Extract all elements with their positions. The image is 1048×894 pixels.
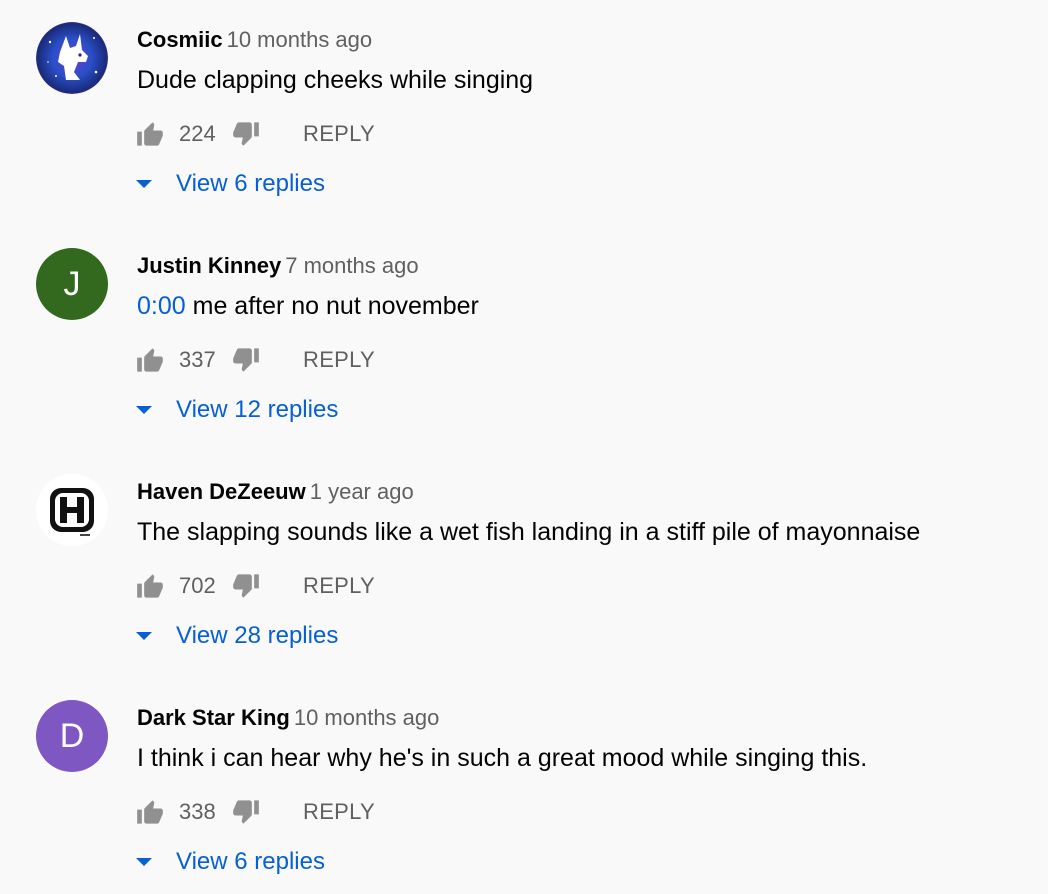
view-replies-label: View 28 replies <box>176 622 339 649</box>
comment-header: Cosmiic 10 months ago <box>137 26 372 54</box>
like-count: 338 <box>179 799 216 824</box>
like-button[interactable] <box>135 571 165 601</box>
thumb-up-icon <box>137 122 163 146</box>
comment-thread: D Dark Star King 10 months ago I think i … <box>0 678 1048 878</box>
caret-down-icon <box>136 180 152 188</box>
thumb-up-icon <box>137 574 163 598</box>
like-count: 224 <box>179 121 216 146</box>
thumb-down-icon <box>233 122 259 146</box>
thumb-down-icon <box>233 348 259 372</box>
thumb-up-icon <box>137 800 163 824</box>
thumb-up-icon <box>137 348 163 372</box>
comment-time[interactable]: 1 year ago <box>310 479 414 504</box>
author-name[interactable]: Dark Star King <box>137 705 290 730</box>
avatar[interactable]: D <box>36 700 108 772</box>
dislike-button[interactable] <box>231 571 261 601</box>
avatar[interactable] <box>36 474 108 546</box>
like-button[interactable] <box>135 345 165 375</box>
dislike-button[interactable] <box>231 345 261 375</box>
comment-thread: Cosmiic 10 months ago Dude clapping cheek… <box>0 0 1048 200</box>
author-name[interactable]: Justin Kinney <box>137 253 281 278</box>
dislike-button[interactable] <box>231 797 261 827</box>
comment-body: The slapping sounds like a wet fish land… <box>137 518 921 546</box>
thumb-down-icon <box>233 800 259 824</box>
reply-button[interactable]: REPLY <box>303 573 375 599</box>
view-replies-label: View 12 replies <box>176 396 339 423</box>
caret-down-icon <box>136 858 152 866</box>
author-name[interactable]: Haven DeZeeuw <box>137 479 306 504</box>
avatar-letter: J <box>63 264 81 303</box>
view-replies-button[interactable]: View 6 replies <box>136 168 325 200</box>
avatar[interactable] <box>36 22 108 94</box>
comment-body: Dude clapping cheeks while singing <box>137 66 534 94</box>
comment-header: Haven DeZeeuw 1 year ago <box>137 478 414 506</box>
avatar[interactable]: J <box>36 248 108 320</box>
comment-body: I think i can hear why he's in such a gr… <box>137 744 868 772</box>
like-count: 702 <box>179 573 216 598</box>
comment-text: Dude clapping cheeks while singing <box>137 64 533 96</box>
reply-button[interactable]: REPLY <box>303 347 375 373</box>
like-button[interactable] <box>135 797 165 827</box>
reply-button[interactable]: REPLY <box>303 799 375 825</box>
action-bar: 338 REPLY <box>135 796 375 828</box>
comment-time[interactable]: 10 months ago <box>227 27 373 52</box>
reply-button[interactable]: REPLY <box>303 121 375 147</box>
view-replies-button[interactable]: View 6 replies <box>136 846 325 878</box>
comment-time[interactable]: 10 months ago <box>294 705 440 730</box>
view-replies-label: View 6 replies <box>176 848 325 875</box>
dislike-button[interactable] <box>231 119 261 149</box>
comment-text: The slapping sounds like a wet fish land… <box>137 516 920 548</box>
caret-down-icon <box>136 406 152 414</box>
view-replies-label: View 6 replies <box>176 170 325 197</box>
like-count: 337 <box>179 347 216 372</box>
comment-text: 0:00 me after no nut november <box>137 290 479 322</box>
view-replies-button[interactable]: View 28 replies <box>136 620 338 652</box>
comment-header: Justin Kinney 7 months ago <box>137 252 419 280</box>
view-replies-button[interactable]: View 12 replies <box>136 394 338 426</box>
comment-thread: Haven DeZeeuw 1 year ago The slapping sou… <box>0 452 1048 652</box>
comment-text: I think i can hear why he's in such a gr… <box>137 742 867 774</box>
action-bar: 702 REPLY <box>135 570 375 602</box>
comment-time[interactable]: 7 months ago <box>285 253 418 278</box>
h-logo-avatar-icon <box>36 474 108 546</box>
caret-down-icon <box>136 632 152 640</box>
comment-header: Dark Star King 10 months ago <box>137 704 439 732</box>
action-bar: 224 REPLY <box>135 118 375 150</box>
thumb-down-icon <box>233 574 259 598</box>
comment-body: me after no nut november <box>185 292 479 320</box>
author-name[interactable]: Cosmiic <box>137 27 223 52</box>
comment-thread: J Justin Kinney 7 months ago 0:00 me afte… <box>0 226 1048 426</box>
wolf-galaxy-avatar-icon <box>36 22 108 94</box>
timestamp-link[interactable]: 0:00 <box>137 292 186 320</box>
action-bar: 337 REPLY <box>135 344 375 376</box>
avatar-letter: D <box>59 716 85 755</box>
like-button[interactable] <box>135 119 165 149</box>
comments-section: Cosmiic 10 months ago Dude clapping cheek… <box>0 0 1048 894</box>
